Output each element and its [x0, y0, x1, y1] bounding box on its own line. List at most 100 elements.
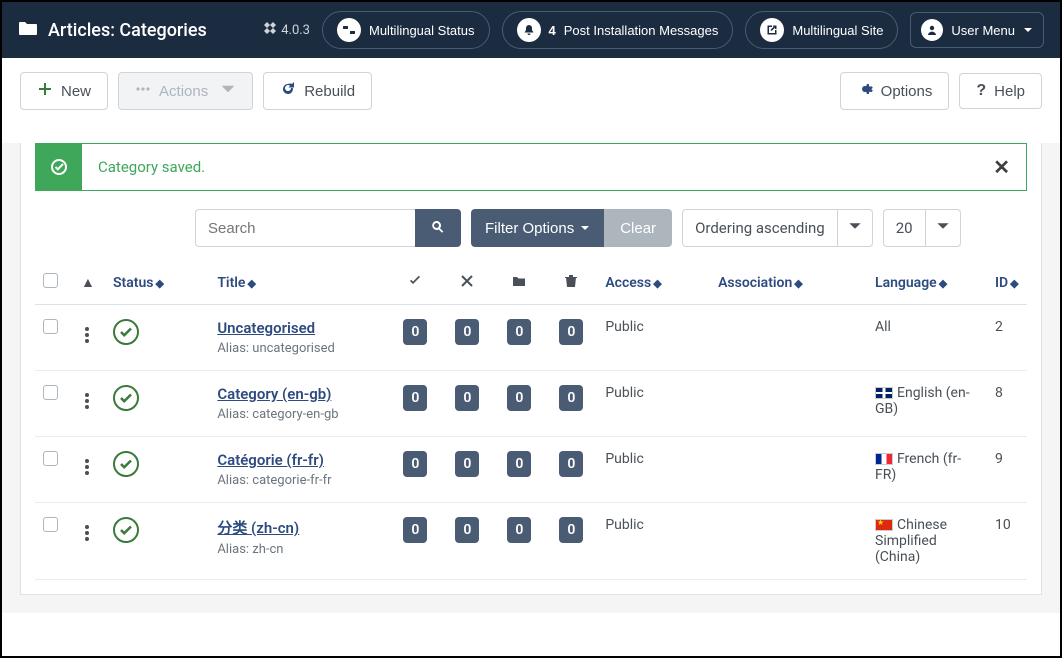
row-checkbox[interactable] [43, 517, 58, 532]
count-trashed[interactable]: 0 [559, 451, 583, 477]
multilingual-status-button[interactable]: Multilingual Status [322, 11, 490, 49]
count-published[interactable]: 0 [403, 451, 427, 477]
search-input[interactable] [195, 209, 415, 247]
count-trashed[interactable]: 0 [559, 385, 583, 411]
row-actions-button[interactable] [81, 323, 93, 347]
caret-down-icon [580, 220, 590, 237]
count-unpublished[interactable]: 0 [455, 319, 479, 345]
topbar: Articles: Categories 4.0.3 Multilingual … [2, 2, 1060, 58]
ordering-select[interactable]: Ordering ascending [682, 209, 837, 247]
row-actions-button[interactable] [81, 455, 93, 479]
cell-language: Chinese Simplified (China) [867, 503, 987, 580]
count-published[interactable]: 0 [403, 319, 427, 345]
limit-chevron[interactable] [925, 209, 961, 247]
user-icon [921, 19, 943, 41]
status-published-icon[interactable] [113, 319, 139, 345]
cell-id: 2 [987, 305, 1027, 371]
sort-icon: ◆ [247, 277, 255, 290]
sort-icon: ◆ [155, 277, 163, 290]
categories-table: ▲ Status◆ Title◆ Access◆ Association◆ La… [35, 261, 1027, 580]
multilingual-site-button[interactable]: Multilingual Site [745, 11, 898, 49]
count-trashed[interactable]: 0 [559, 319, 583, 345]
category-alias: Alias: uncategorised [217, 341, 381, 356]
user-menu-button[interactable]: User Menu [910, 12, 1044, 48]
flag-icon [875, 453, 893, 465]
count-archived[interactable]: 0 [507, 517, 531, 543]
new-button[interactable]: New [20, 72, 108, 110]
count-unpublished[interactable]: 0 [455, 451, 479, 477]
post-install-messages-button[interactable]: 4 Post Installation Messages [502, 11, 734, 49]
search-icon [430, 219, 446, 238]
count-archived[interactable]: 0 [507, 451, 531, 477]
select-all-checkbox[interactable] [43, 273, 58, 288]
col-id[interactable]: ID◆ [987, 261, 1027, 305]
row-checkbox[interactable] [43, 451, 58, 466]
count-published[interactable]: 0 [403, 385, 427, 411]
notification-count: 4 [549, 23, 556, 38]
actions-button[interactable]: Actions [118, 72, 253, 110]
col-association[interactable]: Association◆ [710, 261, 867, 305]
col-language[interactable]: Language◆ [867, 261, 987, 305]
cell-language: All [867, 305, 987, 371]
category-title-link[interactable]: Category (en-gb) [217, 385, 331, 403]
count-unpublished[interactable]: 0 [455, 517, 479, 543]
count-published[interactable]: 0 [403, 517, 427, 543]
row-checkbox[interactable] [43, 385, 58, 400]
row-actions-button[interactable] [81, 389, 93, 413]
col-access[interactable]: Access◆ [597, 261, 710, 305]
col-unpublished[interactable] [441, 261, 493, 305]
clear-button[interactable]: Clear [604, 209, 672, 247]
category-alias: Alias: categorie-fr-fr [217, 473, 381, 488]
options-button[interactable]: Options [840, 72, 950, 110]
folder-icon [512, 275, 526, 291]
sort-icon: ◆ [653, 277, 661, 290]
filter-bar: Filter Options Clear Ordering ascending … [195, 209, 1027, 261]
count-archived[interactable]: 0 [507, 319, 531, 345]
folder-icon [18, 20, 38, 41]
col-ordering[interactable]: ▲ [73, 261, 105, 305]
sort-icon: ◆ [794, 277, 802, 290]
limit-select[interactable]: 20 [883, 209, 925, 247]
page-title-area: Articles: Categories [18, 20, 251, 41]
category-title-link[interactable]: 分类 (zh-cn) [217, 519, 299, 537]
gear-icon [857, 81, 873, 101]
plus-icon [37, 81, 53, 101]
count-archived[interactable]: 0 [507, 385, 531, 411]
chevron-down-icon [936, 219, 950, 237]
flag-icon [875, 387, 893, 399]
external-link-icon [760, 18, 784, 42]
status-published-icon[interactable] [113, 517, 139, 543]
row-actions-button[interactable] [81, 521, 93, 545]
rebuild-button[interactable]: Rebuild [263, 72, 372, 110]
sort-up-icon: ▲ [81, 275, 95, 291]
cell-association [710, 305, 867, 371]
col-published[interactable] [389, 261, 441, 305]
content-area: Category saved. ✕ Filter Options Clear O… [2, 143, 1060, 613]
row-checkbox[interactable] [43, 319, 58, 334]
count-trashed[interactable]: 0 [559, 517, 583, 543]
col-trashed[interactable] [545, 261, 597, 305]
col-archived[interactable] [493, 261, 545, 305]
col-title[interactable]: Title◆ [209, 261, 389, 305]
toolbar: New Actions Rebuild Options ? Help [2, 58, 1060, 125]
category-title-link[interactable]: Catégorie (fr-fr) [217, 451, 324, 469]
cell-association [710, 437, 867, 503]
ordering-chevron[interactable] [837, 209, 873, 247]
cell-access: Public [597, 305, 710, 371]
help-button[interactable]: ? Help [959, 73, 1042, 109]
chevron-down-icon [220, 81, 236, 101]
sort-icon: ◆ [1010, 277, 1018, 290]
close-icon[interactable]: ✕ [977, 155, 1026, 179]
col-status[interactable]: Status◆ [105, 261, 209, 305]
count-unpublished[interactable]: 0 [455, 385, 479, 411]
flag-icon [875, 519, 893, 531]
language-icon [337, 18, 361, 42]
cell-id: 9 [987, 437, 1027, 503]
filter-options-button[interactable]: Filter Options [471, 209, 604, 247]
status-published-icon[interactable] [113, 451, 139, 477]
cell-access: Public [597, 437, 710, 503]
category-title-link[interactable]: Uncategorised [217, 319, 315, 337]
chevron-down-icon [1023, 23, 1033, 38]
status-published-icon[interactable] [113, 385, 139, 411]
search-button[interactable] [415, 209, 461, 247]
